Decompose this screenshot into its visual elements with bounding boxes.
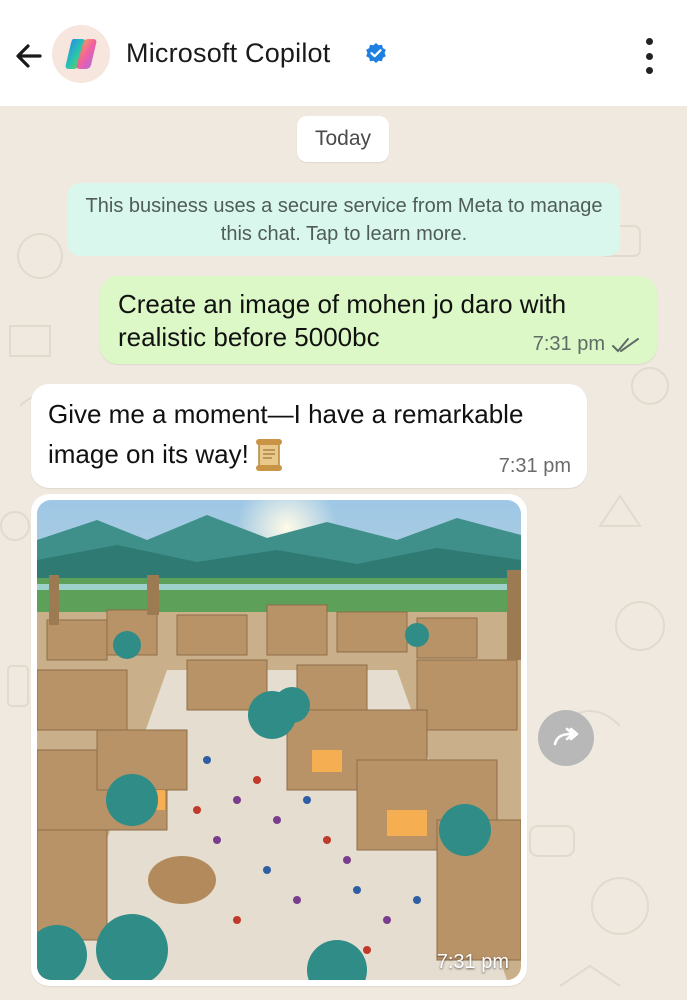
outgoing-message[interactable]: Create an image of mohen jo daro with re… [100, 276, 657, 364]
generated-image[interactable] [37, 500, 521, 980]
message-time: 7:31 pm [436, 951, 509, 973]
message-time: 7:31 pm [532, 333, 605, 355]
copilot-avatar[interactable] [52, 25, 110, 83]
verified-badge-icon [366, 43, 386, 63]
message-time: 7:31 pm [498, 455, 571, 477]
read-ticks-icon [612, 338, 639, 353]
chat-header: Microsoft Copilot [0, 0, 687, 106]
message-text: Give me a moment—I have a remarkable ima… [48, 399, 524, 469]
back-arrow-icon[interactable] [10, 38, 46, 74]
scroll-emoji-icon [255, 439, 282, 471]
system-notice[interactable]: This business uses a secure service from… [68, 183, 620, 256]
forward-button[interactable] [538, 710, 594, 766]
copilot-logo-icon [65, 39, 97, 69]
mohenjo-daro-image [37, 500, 521, 980]
forward-icon [553, 727, 579, 746]
incoming-message[interactable]: Give me a moment—I have a remarkable ima… [31, 384, 587, 488]
chat-title[interactable]: Microsoft Copilot [126, 38, 330, 69]
system-notice-text: This business uses a secure service from… [85, 194, 603, 245]
incoming-image-message[interactable]: 7:31 pm [31, 494, 527, 986]
more-options-icon[interactable] [638, 38, 660, 74]
date-chip: Today [297, 116, 389, 162]
